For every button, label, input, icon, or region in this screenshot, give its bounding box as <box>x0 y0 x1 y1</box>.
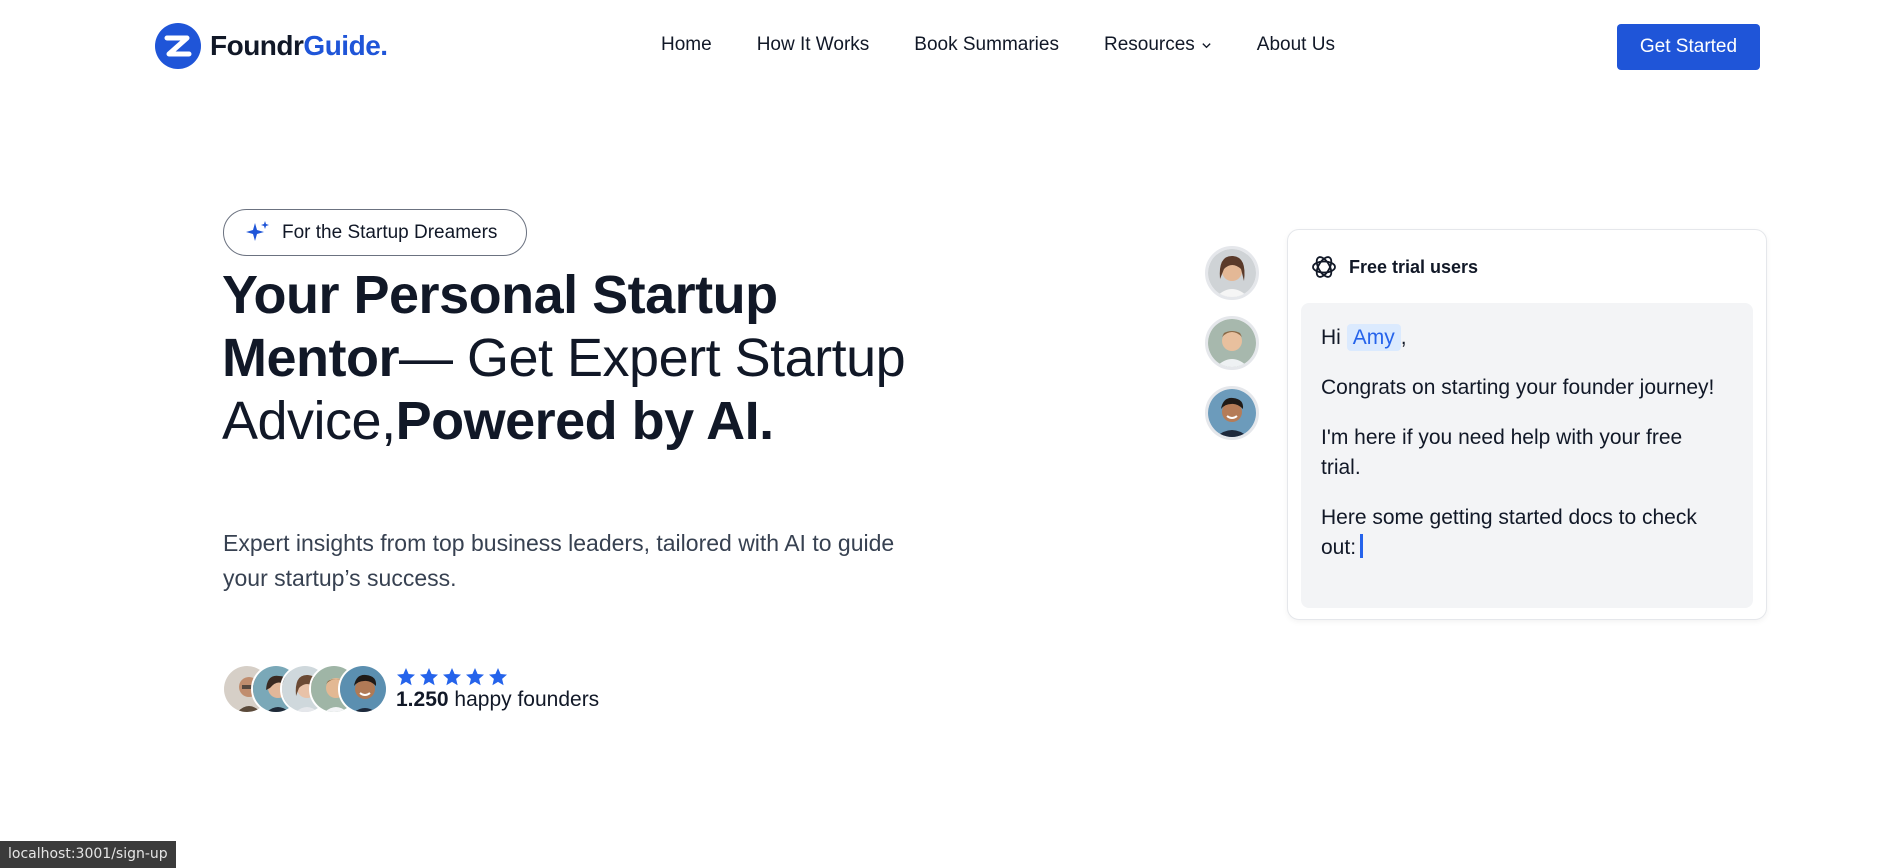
star-icon <box>397 667 415 685</box>
user-avatar[interactable] <box>1205 386 1259 440</box>
nav-book-summaries[interactable]: Book Summaries <box>914 34 1059 56</box>
user-avatar[interactable] <box>1205 316 1259 370</box>
star-icon <box>443 667 461 685</box>
nav-home[interactable]: Home <box>661 34 712 56</box>
top-navigation: FoundrGuide. Home How It Works Book Summ… <box>0 0 1896 92</box>
chat-line-2: I'm here if you need help with your free… <box>1321 426 1683 479</box>
chat-line-1: Congrats on starting your founder journe… <box>1321 376 1715 399</box>
hero-headline: Your Personal Startup Mentor— Get Expert… <box>222 264 922 453</box>
openai-icon <box>1312 256 1336 278</box>
chat-message: Hi Amy, Congrats on starting your founde… <box>1301 303 1753 608</box>
nav-links: Home How It Works Book Summaries Resourc… <box>661 34 1335 56</box>
founder-avatars <box>222 664 388 714</box>
sparkle-icon <box>246 220 269 241</box>
star-icon <box>489 667 507 685</box>
tagline-text: For the Startup Dreamers <box>282 221 498 243</box>
rating-block: 1.250 happy founders <box>396 667 599 712</box>
tagline-badge: For the Startup Dreamers <box>223 209 527 256</box>
star-icon <box>420 667 438 685</box>
chat-card-title: Free trial users <box>1349 256 1479 277</box>
avatar <box>338 664 388 714</box>
get-started-button[interactable]: Get Started <box>1617 24 1760 70</box>
founders-count: 1.250 <box>396 687 449 711</box>
chat-greeting-line: Hi Amy, <box>1321 323 1733 353</box>
user-avatar-amy[interactable] <box>1205 246 1259 300</box>
nav-resources[interactable]: Resources <box>1104 34 1212 56</box>
status-bar-url: localhost:3001/sign-up <box>0 841 176 868</box>
hero-subtext: Expert insights from top business leader… <box>223 530 895 591</box>
star-icon <box>466 667 484 685</box>
foundrguide-logo-icon <box>155 23 201 69</box>
greeting-word: Hi <box>1321 326 1341 349</box>
brand-name: FoundrGuide. <box>210 30 388 61</box>
recipient-name-chip: Amy <box>1346 324 1401 351</box>
greeting-comma: , <box>1400 326 1407 349</box>
nav-about-us[interactable]: About Us <box>1257 34 1335 56</box>
chevron-down-icon <box>1202 42 1211 48</box>
nav-resources-label: Resources <box>1103 34 1195 55</box>
chat-card: Free trial users Hi Amy, Congrats on sta… <box>1287 229 1767 620</box>
founders-count-text: 1.250 happy founders <box>396 688 599 712</box>
brand-logo[interactable]: FoundrGuide. <box>155 23 388 69</box>
text-cursor <box>1360 534 1364 558</box>
chat-line-3-text: Here some getting started docs to check … <box>1321 506 1697 559</box>
headline-bold-end: Powered by AI. <box>395 391 775 451</box>
social-proof: 1.250 happy founders <box>222 664 599 714</box>
nav-how-it-works[interactable]: How It Works <box>757 34 870 56</box>
chat-line-3: Here some getting started docs to check … <box>1321 503 1701 563</box>
chat-card-header: Free trial users <box>1309 252 1478 282</box>
star-rating <box>396 667 599 687</box>
founders-label: happy founders <box>454 687 600 711</box>
